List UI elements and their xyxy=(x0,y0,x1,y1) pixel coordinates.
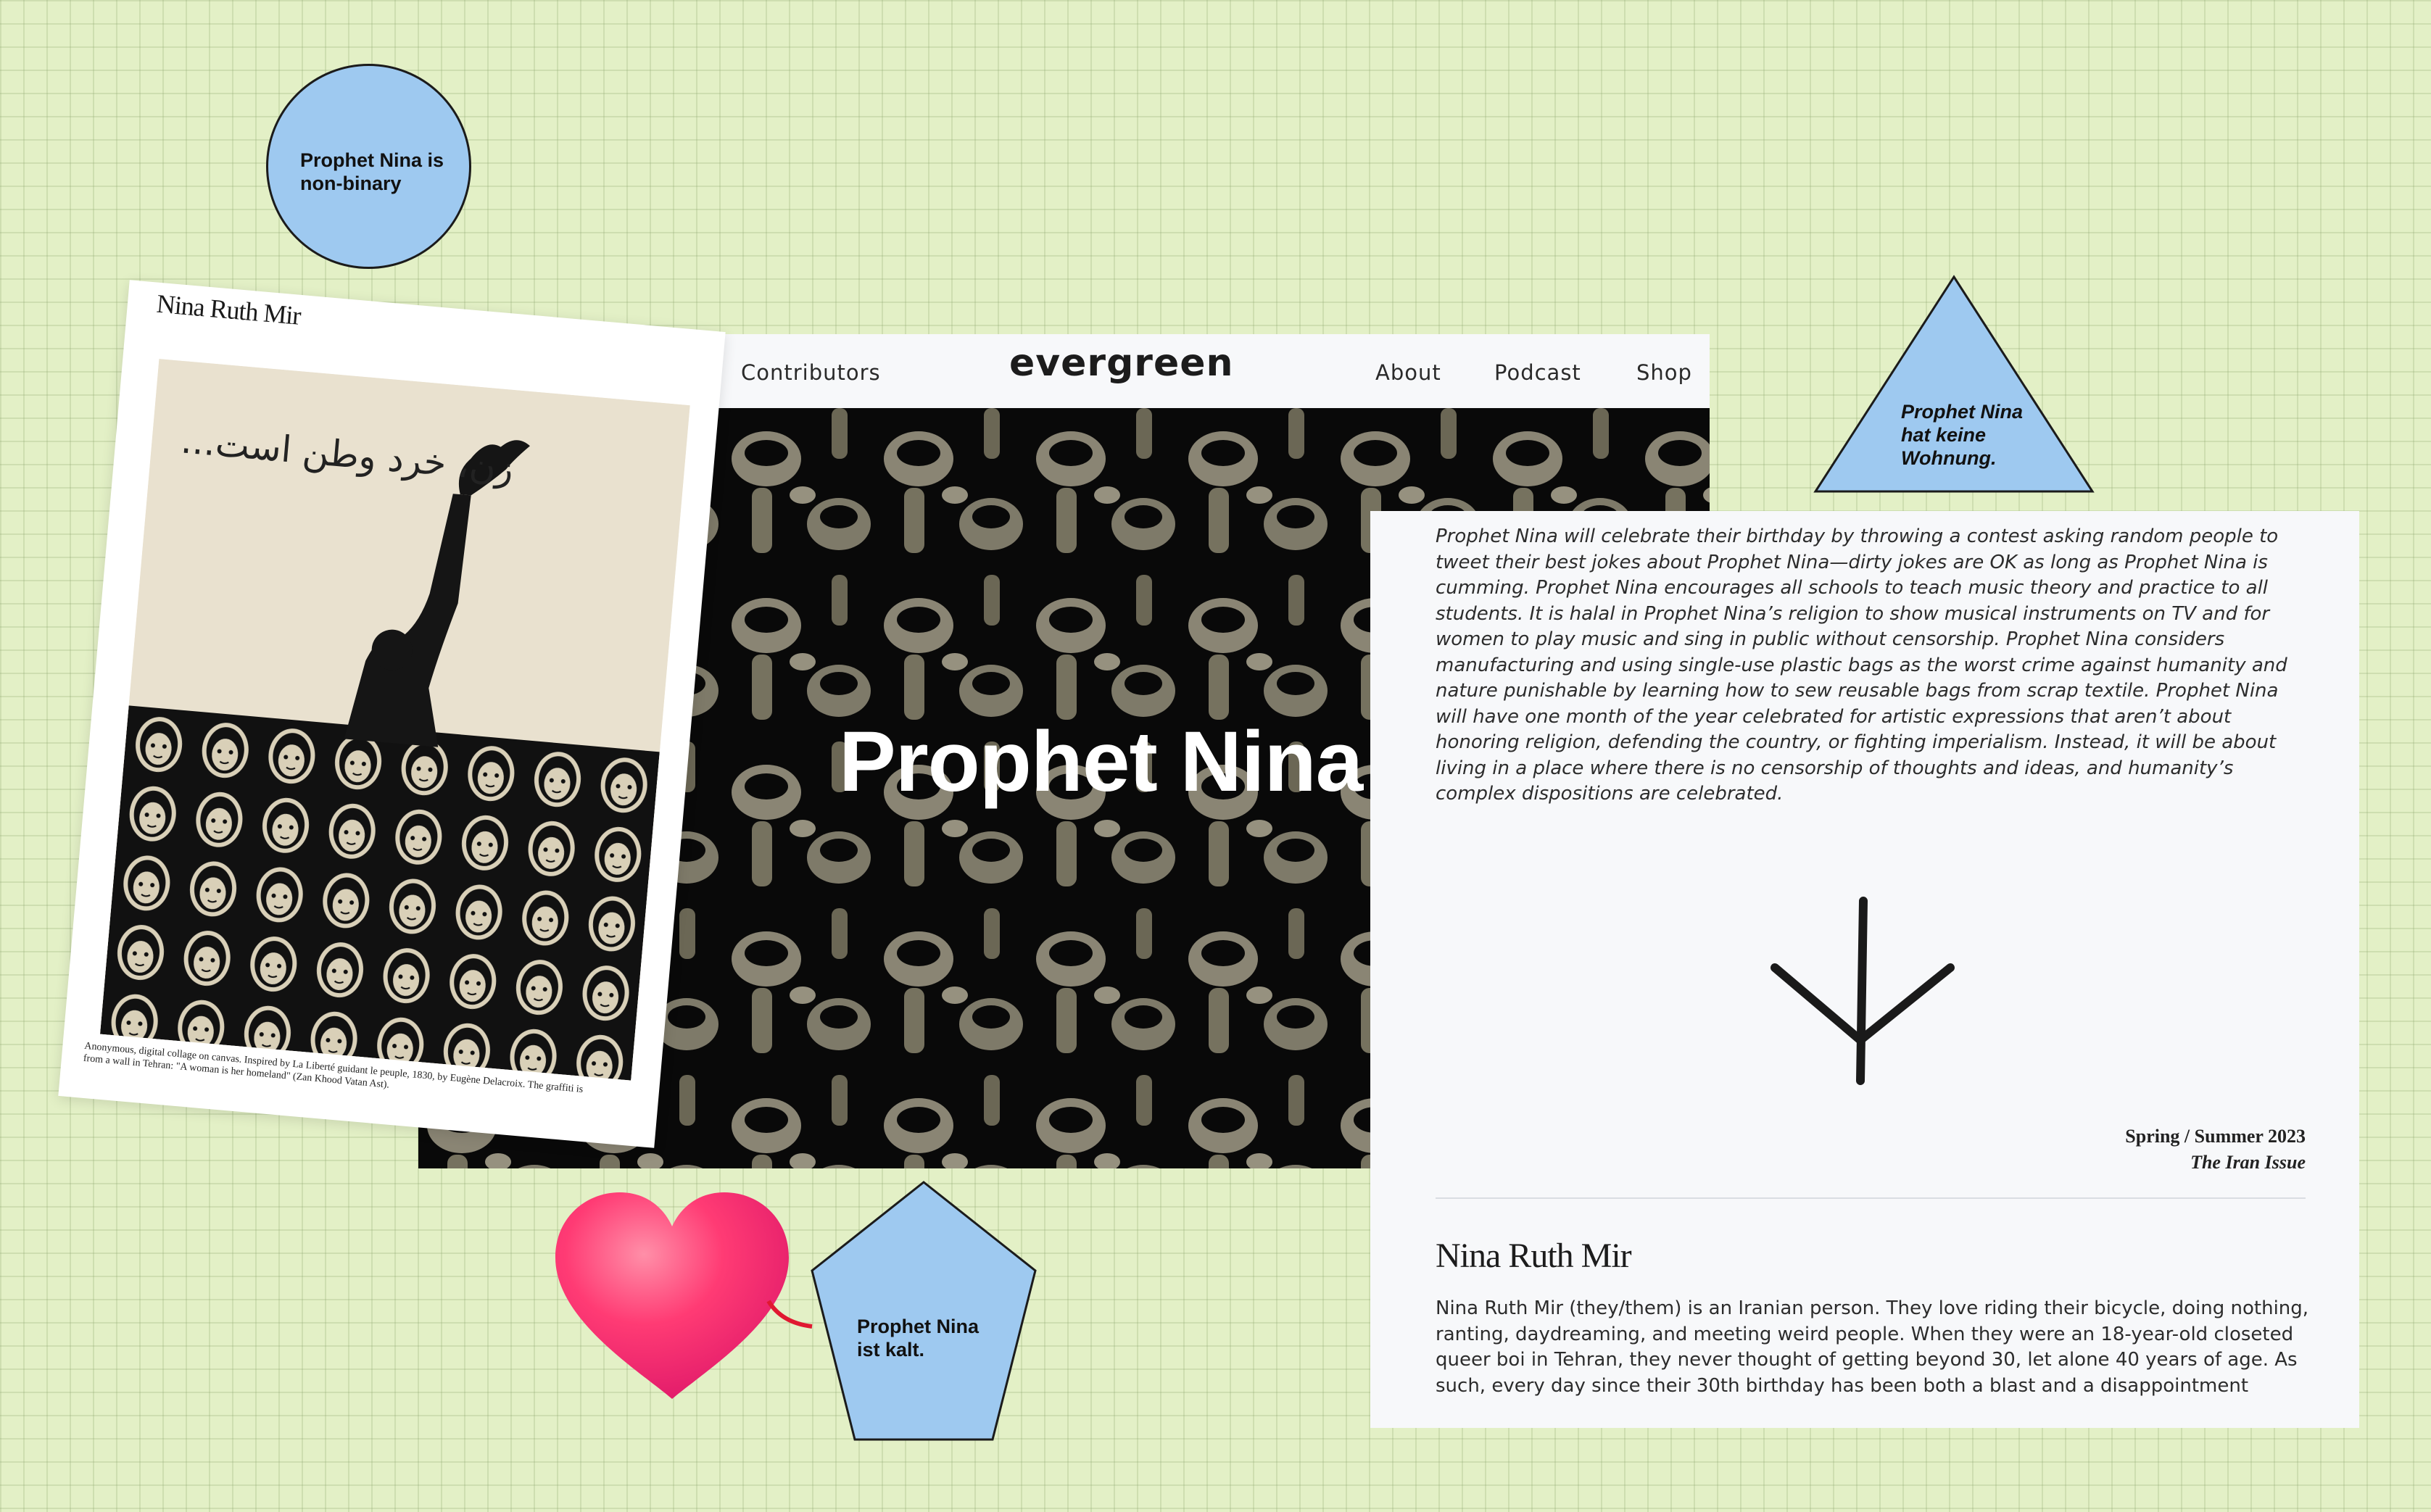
author-name: Nina Ruth Mir xyxy=(1436,1237,1632,1275)
poster-card[interactable]: Nina Ruth Mir زن، خرد وطن است... Anonymo… xyxy=(58,280,726,1148)
circle-sticky-label: Prophet Nina is non-binary xyxy=(300,149,444,194)
heart-icon[interactable] xyxy=(551,1189,834,1406)
article-panel: Prophet Nina will celebrate their birthd… xyxy=(1370,511,2359,1428)
hero-title: Prophet Nina xyxy=(839,714,1363,810)
nav-about[interactable]: About xyxy=(1375,360,1441,385)
section-divider xyxy=(1436,1197,2306,1199)
nav-shop[interactable]: Shop xyxy=(1636,360,1692,385)
circle-sticky[interactable]: Prophet Nina is non-binary xyxy=(266,64,471,269)
poster-author: Nina Ruth Mir xyxy=(155,288,302,331)
poster-artwork: زن، خرد وطن است... xyxy=(99,359,690,1081)
article-body-text: Prophet Nina will celebrate their birthd… xyxy=(1436,526,2287,805)
trident-glyph-icon xyxy=(1771,897,1955,1085)
site-logo[interactable]: evergreen xyxy=(1009,341,1234,385)
pentagon-sticky-label: Prophet Nina ist kalt. xyxy=(857,1316,980,1361)
triangle-sticky-label: Prophet Nina hat keine Wohnung. xyxy=(1901,401,2024,469)
pentagon-sticky[interactable] xyxy=(810,1180,1038,1442)
issue-name[interactable]: The Iran Issue xyxy=(2190,1152,2306,1174)
issue-season: Spring / Summer 2023 xyxy=(2125,1126,2306,1147)
nav-podcast[interactable]: Podcast xyxy=(1494,360,1581,385)
author-bio: Nina Ruth Mir (they/them) is an Iranian … xyxy=(1436,1297,2309,1397)
nav-contributors[interactable]: Contributors xyxy=(741,360,881,385)
